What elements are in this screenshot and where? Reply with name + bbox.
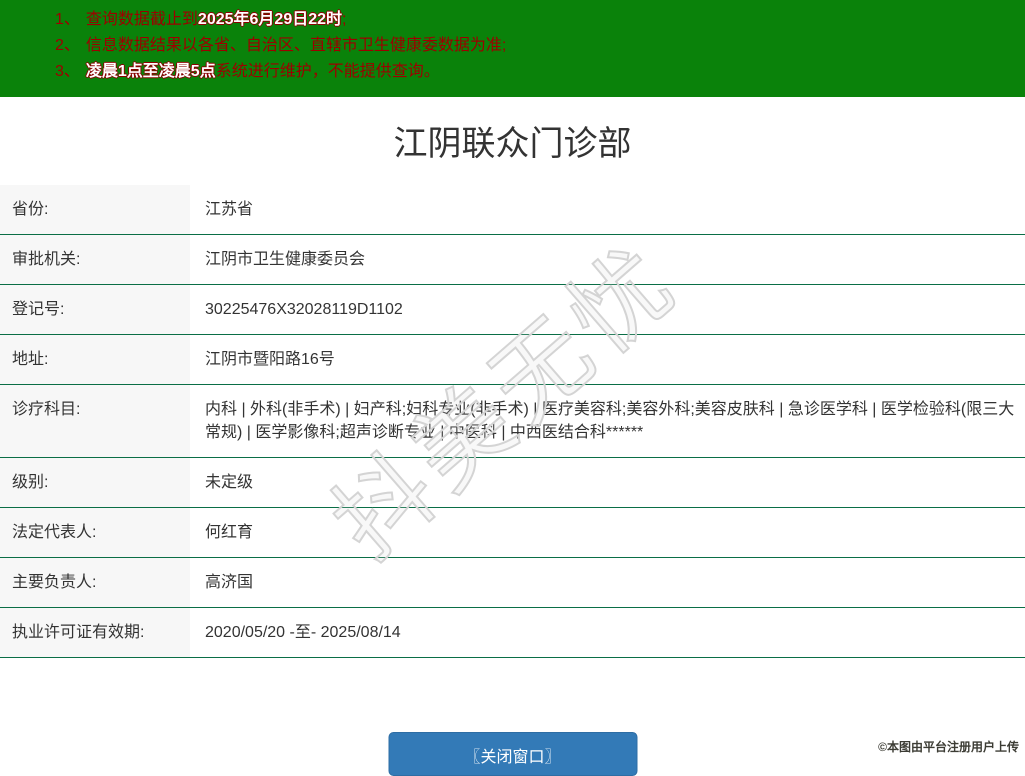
notice-text: 系统进行维护，不能提供查询。 [215, 63, 440, 80]
notice-highlight-text: 2025年6月29日22时 [197, 11, 343, 28]
notice-line-number: 2、 [55, 37, 80, 54]
row-label: 级别: [0, 457, 190, 508]
notice-highlight-text: 凌晨1点至凌晨5点 [85, 63, 216, 80]
row-label: 登记号: [0, 284, 190, 335]
notice-text: ; [342, 11, 347, 28]
row-value: 江苏省 [190, 185, 1025, 235]
info-table: 省份: 江苏省 审批机关: 江阴市卫生健康委员会 登记号: 30225476X3… [0, 185, 1025, 658]
row-label: 法定代表人: [0, 507, 190, 558]
close-window-button[interactable]: 〖关闭窗口〗 [388, 732, 637, 776]
notice-line-number: 1、 [55, 11, 80, 28]
row-label: 审批机关: [0, 234, 190, 285]
row-label: 执业许可证有效期: [0, 607, 190, 658]
table-row: 登记号: 30225476X32028119D1102 [0, 284, 1025, 335]
table-row: 诊疗科目: 内科 | 外科(非手术) | 妇产科;妇科专业(非手术) | 医疗美… [0, 384, 1025, 458]
notice-line-number: 3、 [55, 63, 80, 80]
notice-line: 3、 凌晨1点至凌晨5点系统进行维护，不能提供查询。 [55, 59, 1015, 85]
notice-text: 查询数据截止到 [85, 11, 198, 28]
table-row: 法定代表人: 何红育 [0, 507, 1025, 558]
notice-text: 信息数据结果以各省、自治区、直辖市卫生健康委数据为准; [85, 37, 507, 54]
row-value: 30225476X32028119D1102 [190, 284, 1025, 335]
row-value: 何红育 [190, 507, 1025, 558]
notice-line: 1、 查询数据截止到2025年6月29日22时; [55, 7, 1015, 33]
row-label: 地址: [0, 334, 190, 385]
table-row: 执业许可证有效期: 2020/05/20 -至- 2025/08/14 [0, 607, 1025, 658]
row-label: 主要负责人: [0, 557, 190, 608]
table-row: 审批机关: 江阴市卫生健康委员会 [0, 234, 1025, 285]
page-title: 江阴联众门诊部 [393, 125, 632, 163]
table-row: 地址: 江阴市暨阳路16号 [0, 334, 1025, 385]
notice-banner: 1、 查询数据截止到2025年6月29日22时; 2、 信息数据结果以各省、自治区、… [0, 0, 1025, 97]
row-value: 2020/05/20 -至- 2025/08/14 [190, 607, 1025, 658]
table-row: 省份: 江苏省 [0, 185, 1025, 235]
row-label: 诊疗科目: [0, 384, 190, 458]
row-value: 内科 | 外科(非手术) | 妇产科;妇科专业(非手术) | 医疗美容科;美容外… [190, 384, 1025, 458]
row-value: 江阴市暨阳路16号 [190, 334, 1025, 385]
table-row: 级别: 未定级 [0, 457, 1025, 508]
row-value: 江阴市卫生健康委员会 [190, 234, 1025, 285]
uploader-watermark: ©本图由平台注册用户上传 [878, 740, 1019, 754]
row-value: 高济国 [190, 557, 1025, 608]
notice-line: 2、 信息数据结果以各省、自治区、直辖市卫生健康委数据为准; [55, 33, 1015, 59]
row-label: 省份: [0, 185, 190, 235]
table-row: 主要负责人: 高济国 [0, 557, 1025, 608]
row-value: 未定级 [190, 457, 1025, 508]
